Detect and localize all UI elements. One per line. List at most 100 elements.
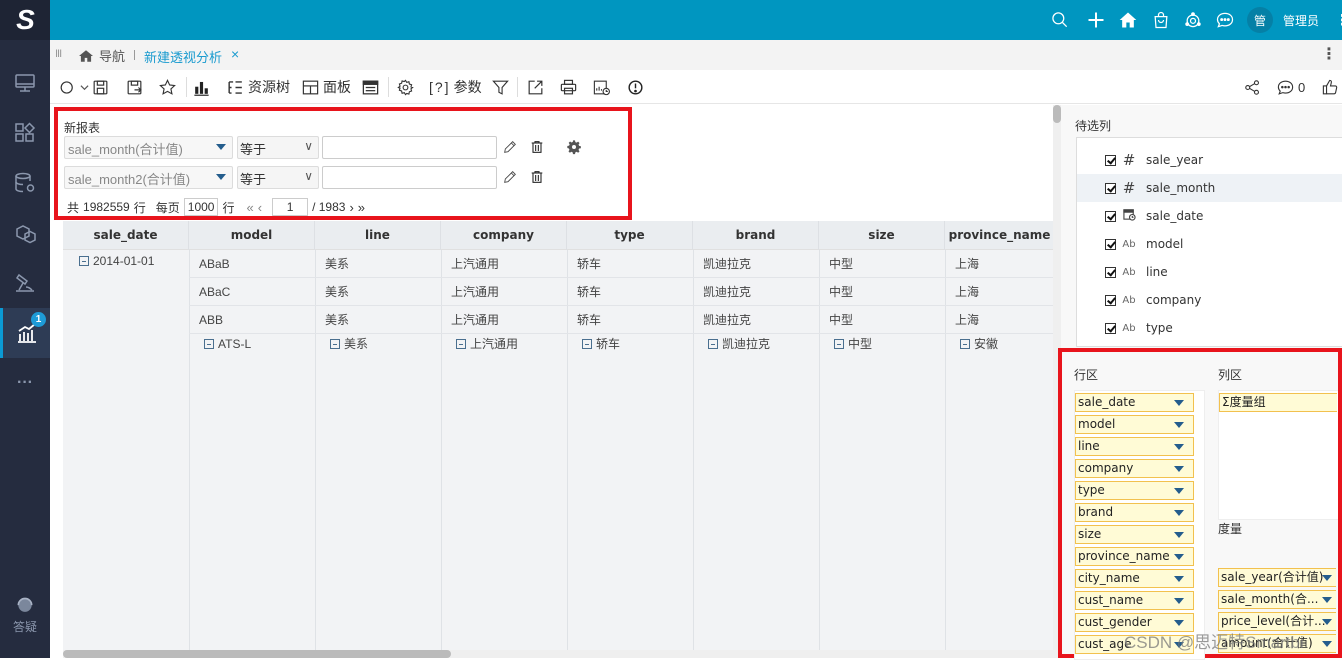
- share-button[interactable]: [1243, 76, 1262, 98]
- table-cell[interactable]: 中型: [819, 250, 945, 278]
- edit-condition-button-1[interactable]: [501, 138, 519, 156]
- measure-pill[interactable]: sale_month(合...: [1218, 590, 1336, 609]
- export-button[interactable]: [526, 76, 545, 98]
- tab-new-pivot-analysis[interactable]: 新建透视分析: [144, 47, 222, 66]
- table-cell[interactable]: ABaC: [189, 278, 315, 306]
- table-cell[interactable]: 上海: [945, 250, 1053, 278]
- candidate-column-item[interactable]: Ab company: [1077, 286, 1342, 314]
- row-field-pill[interactable]: sale_date: [1075, 393, 1194, 412]
- filter-operator-select-1[interactable]: 等于 ∨: [237, 136, 319, 159]
- home-button[interactable]: [1116, 8, 1140, 32]
- table-cell[interactable]: 凯迪拉克: [693, 334, 819, 362]
- collapse-icon[interactable]: [834, 339, 844, 349]
- collapse-icon[interactable]: [708, 339, 718, 349]
- table-cell[interactable]: 上汽通用: [441, 278, 567, 306]
- tab-close-button[interactable]: ×: [231, 46, 239, 62]
- help-button[interactable]: 答疑: [0, 596, 50, 646]
- table-cell[interactable]: 安徽: [945, 334, 1053, 362]
- checkbox[interactable]: [1105, 322, 1116, 334]
- save-button[interactable]: [91, 76, 110, 98]
- search-button[interactable]: [1048, 8, 1072, 32]
- column-zone-pill[interactable]: Σ度量组: [1219, 393, 1337, 412]
- page-number-input[interactable]: 1: [272, 198, 309, 216]
- chart-button[interactable]: [192, 76, 211, 98]
- candidate-column-item[interactable]: sale_date: [1077, 202, 1342, 230]
- caret-down-icon[interactable]: [1322, 575, 1332, 581]
- checkbox[interactable]: [1105, 182, 1116, 194]
- layout-button[interactable]: [361, 76, 380, 98]
- resource-tree-button[interactable]: 资源树: [226, 76, 290, 98]
- tab-grip[interactable]: III: [55, 48, 62, 60]
- username[interactable]: 管理员: [1283, 12, 1319, 29]
- caret-down-icon[interactable]: [1174, 598, 1184, 604]
- row-field-pill[interactable]: cust_name: [1075, 591, 1194, 610]
- table-cell[interactable]: 凯迪拉克: [693, 250, 819, 278]
- filter-value-input-2[interactable]: [322, 166, 497, 189]
- table-cell[interactable]: 上汽通用: [441, 334, 567, 362]
- table-cell[interactable]: 上汽通用: [441, 250, 567, 278]
- app-logo[interactable]: S: [0, 0, 50, 40]
- delete-condition-button-1[interactable]: [528, 138, 546, 156]
- caret-down-icon[interactable]: [1174, 532, 1184, 538]
- info-button[interactable]: [626, 76, 645, 98]
- row-field-pill[interactable]: line: [1075, 437, 1194, 456]
- measure-pill[interactable]: sale_year(合计值): [1218, 568, 1336, 587]
- table-cell[interactable]: ATS-L: [189, 334, 315, 362]
- table-cell[interactable]: 中型: [819, 278, 945, 306]
- caret-down-icon[interactable]: [1322, 641, 1332, 647]
- collapse-icon[interactable]: [456, 339, 466, 349]
- table-cell[interactable]: 凯迪拉克: [693, 306, 819, 334]
- column-header[interactable]: type: [567, 221, 693, 250]
- candidate-column-item[interactable]: Abbrand: [1077, 342, 1342, 346]
- candidate-column-item[interactable]: # sale_year: [1077, 146, 1342, 174]
- candidate-column-item[interactable]: Ab type: [1077, 314, 1342, 342]
- comments-button[interactable]: 0: [1276, 76, 1305, 98]
- favorite-button[interactable]: [158, 76, 177, 98]
- like-button[interactable]: [1321, 76, 1340, 98]
- messages-button[interactable]: [1213, 8, 1237, 32]
- checkbox[interactable]: [1105, 210, 1116, 222]
- params-button[interactable]: [?] 参数: [429, 76, 482, 98]
- candidate-column-item[interactable]: Ab line: [1077, 258, 1342, 286]
- sidebar-item-models[interactable]: [0, 208, 50, 258]
- edit-condition-button-2[interactable]: [501, 168, 519, 186]
- sidebar-item-desktop[interactable]: [0, 58, 50, 108]
- vertical-scrollbar-thumb[interactable]: [1053, 105, 1061, 123]
- column-zone[interactable]: Σ度量组: [1218, 390, 1338, 520]
- column-header[interactable]: sale_date: [63, 221, 189, 250]
- store-button[interactable]: [1149, 8, 1173, 32]
- row-field-pill[interactable]: size: [1075, 525, 1194, 544]
- column-header[interactable]: province_name: [945, 221, 1053, 250]
- table-cell[interactable]: 轿车: [567, 278, 693, 306]
- table-cell[interactable]: 上海: [945, 278, 1053, 306]
- row-field-pill[interactable]: city_name: [1075, 569, 1194, 588]
- collapse-icon[interactable]: [330, 339, 340, 349]
- per-page-input[interactable]: 1000: [183, 198, 219, 216]
- horizontal-scrollbar[interactable]: [63, 650, 1053, 658]
- checkbox[interactable]: [1105, 154, 1116, 166]
- table-cell[interactable]: 轿车: [567, 250, 693, 278]
- column-header[interactable]: company: [441, 221, 567, 250]
- collapse-icon[interactable]: [960, 339, 970, 349]
- filter-field-select-1[interactable]: sale_month(合计值): [64, 136, 233, 159]
- checkbox[interactable]: [1105, 294, 1116, 306]
- filter-settings-button[interactable]: [565, 138, 583, 156]
- caret-down-icon[interactable]: [1322, 619, 1332, 625]
- sync-button[interactable]: [1181, 8, 1205, 32]
- sidebar-item-data[interactable]: [0, 158, 50, 208]
- column-header[interactable]: model: [189, 221, 315, 250]
- candidate-column-item[interactable]: Ab model: [1077, 230, 1342, 258]
- top-more-menu[interactable]: ⋮: [1335, 11, 1342, 29]
- caret-down-icon[interactable]: [1174, 466, 1184, 472]
- caret-down-icon[interactable]: [1174, 510, 1184, 516]
- schedule-button[interactable]: [592, 76, 611, 98]
- row-zone[interactable]: sale_date model line company type brand size pr…: [1074, 390, 1205, 660]
- caret-down-icon[interactable]: [1174, 576, 1184, 582]
- table-cell[interactable]: 轿车: [567, 334, 693, 362]
- table-cell[interactable]: 上汽通用: [441, 306, 567, 334]
- tab-menu-button[interactable]: ⋮: [1321, 44, 1337, 64]
- next-page-button[interactable]: ›: [349, 200, 353, 215]
- column-header[interactable]: size: [819, 221, 945, 250]
- row-field-pill[interactable]: province_name: [1075, 547, 1194, 566]
- delete-condition-button-2[interactable]: [528, 168, 546, 186]
